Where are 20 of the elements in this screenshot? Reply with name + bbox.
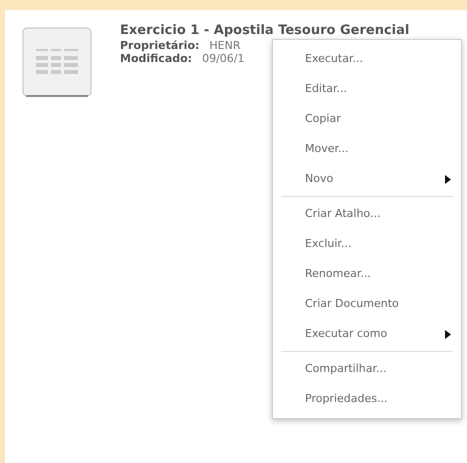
menu-item[interactable]: Compartilhar... — [281, 354, 453, 384]
submenu-arrow-icon — [445, 330, 451, 338]
submenu-arrow-icon — [445, 174, 451, 184]
file-title[interactable]: Exercicio 1 - Apostila Tesouro Gerencial — [120, 23, 410, 39]
menu-item[interactable]: Mover... — [281, 134, 453, 164]
field-label: Modificado: — [120, 52, 192, 65]
menu-item[interactable]: Criar Atalho... — [281, 199, 453, 229]
menu-item[interactable]: Executar como — [281, 319, 453, 349]
spreadsheet-icon[interactable] — [22, 27, 94, 99]
field-value: 09/06/1 — [202, 52, 244, 65]
menu-item[interactable]: Criar Documento — [281, 289, 453, 319]
menu-item[interactable]: Executar... — [281, 44, 453, 74]
menu-item[interactable]: Editar... — [281, 74, 453, 104]
menu-item[interactable]: Novo — [281, 164, 453, 194]
menu-item[interactable]: Propriedades... — [281, 384, 453, 414]
field-label: Proprietário: — [120, 39, 200, 52]
field-value: HENR — [209, 39, 240, 52]
menu-item[interactable]: Copiar — [281, 104, 453, 134]
menu-item[interactable]: Excluir... — [281, 229, 453, 259]
menu-item[interactable]: Renomear... — [281, 259, 453, 289]
